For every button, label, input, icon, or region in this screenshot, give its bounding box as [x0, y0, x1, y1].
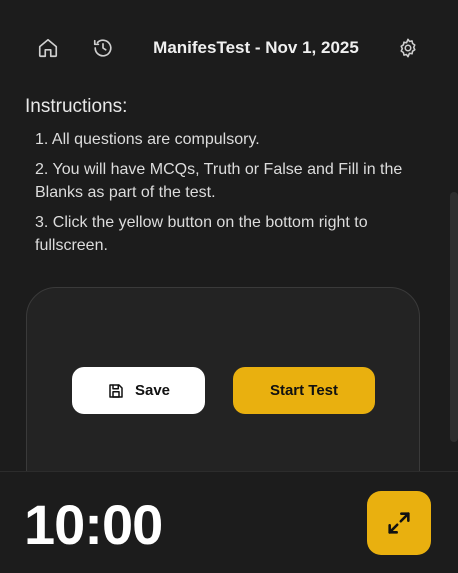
settings-button[interactable] [394, 34, 422, 62]
gear-icon [400, 38, 416, 58]
instruction-item: 1. All questions are compulsory. [35, 131, 260, 148]
save-icon [109, 383, 123, 398]
header: ManifesTest - Nov 1, 2025 [0, 0, 458, 96]
page-title: ManifesTest - Nov 1, 2025 [153, 38, 359, 57]
start-test-button[interactable]: Start Test [233, 367, 375, 414]
home-icon [38, 38, 58, 58]
instructions-heading: Instructions: [25, 96, 128, 117]
expand-icon [388, 512, 410, 534]
instruction-item: 3. Click the yellow button on the bottom… [35, 214, 368, 254]
start-test-label: Start Test [269, 382, 339, 399]
instruction-item: 2. You will have MCQs, Truth or False an… [35, 161, 403, 201]
home-button[interactable] [34, 34, 62, 62]
history-button[interactable] [89, 34, 117, 62]
fullscreen-button[interactable] [367, 491, 431, 555]
instructions-section: Instructions: 1. All questions are compu… [25, 96, 425, 264]
save-button[interactable]: Save [72, 367, 205, 414]
timer: 10:00 [24, 493, 163, 556]
instructions-list: 1. All questions are compulsory. 2. You … [25, 128, 425, 257]
history-icon [93, 39, 112, 57]
scrollbar[interactable] [450, 192, 458, 442]
save-button-label: Save [134, 382, 171, 399]
